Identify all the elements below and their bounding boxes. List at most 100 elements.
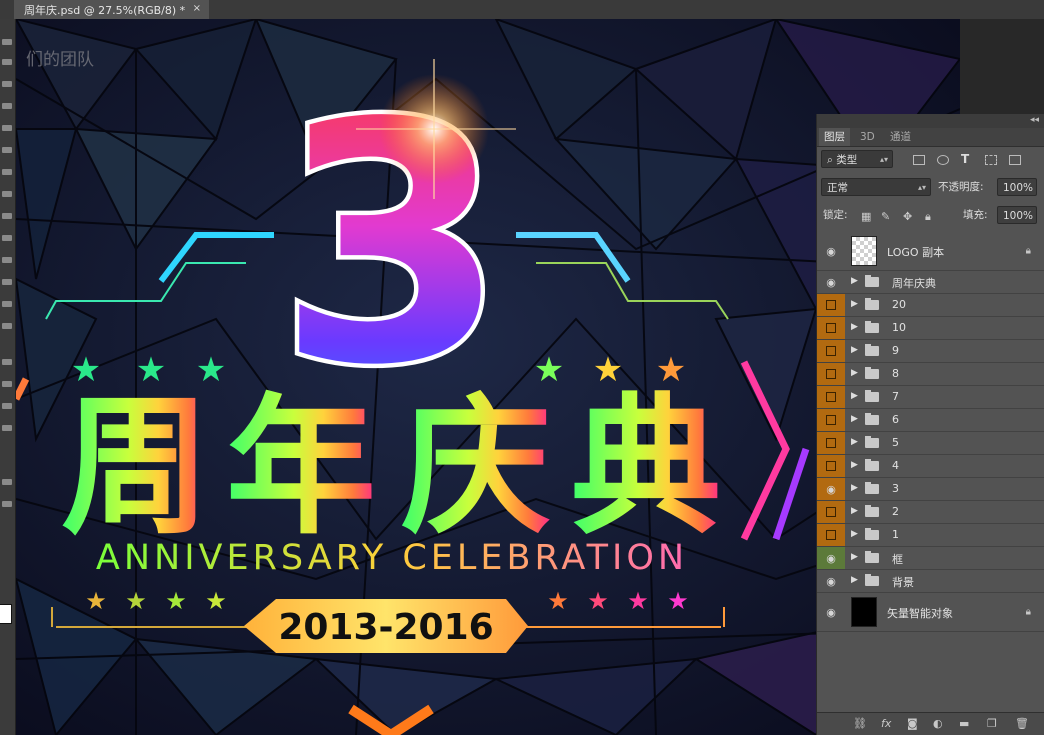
visibility-toggle[interactable] [817,524,845,546]
path-select-tool-icon[interactable] [2,403,12,409]
layer-row[interactable]: ▶ 20 [817,294,1044,317]
disclosure-triangle-icon[interactable]: ▶ [851,299,858,309]
lock-all-icon[interactable]: 🔒︎ [925,210,931,224]
opacity-input[interactable]: 100% [997,178,1037,196]
brush-tool-icon[interactable] [2,191,12,197]
disclosure-triangle-icon[interactable]: ▶ [851,460,858,470]
disclosure-triangle-icon[interactable]: ▶ [851,437,858,447]
collapse-panel-icon[interactable]: ◂◂ [1030,115,1039,125]
quick-select-tool-icon[interactable] [2,103,12,109]
disclosure-triangle-icon[interactable]: ▶ [851,276,858,286]
visibility-toggle[interactable]: ◉ [817,232,845,270]
history-brush-tool-icon[interactable] [2,235,12,241]
disclosure-triangle-icon[interactable]: ▶ [851,391,858,401]
layer-row[interactable]: ▶ 4 [817,455,1044,478]
hand-tool-icon[interactable] [2,479,12,485]
tab-channels[interactable]: 通道 [885,128,916,146]
search-icon: ⌕ [827,154,837,166]
lock-position-icon[interactable]: ✥ [903,210,912,223]
stamp-tool-icon[interactable] [2,213,12,219]
disclosure-triangle-icon[interactable]: ▶ [851,345,858,355]
filter-pixel-icon[interactable] [913,155,925,165]
disclosure-triangle-icon[interactable]: ▶ [851,575,858,585]
blur-tool-icon[interactable] [2,301,12,307]
visibility-toggle[interactable]: ◉ [817,271,845,293]
document-tab[interactable]: 周年庆.psd @ 27.5%(RGB/8) * × [14,0,209,19]
disclosure-triangle-icon[interactable]: ▶ [851,552,858,562]
eraser-tool-icon[interactable] [2,257,12,263]
layer-row[interactable]: ▶ 8 [817,363,1044,386]
disclosure-triangle-icon[interactable]: ▶ [851,506,858,516]
eye-icon: ◉ [826,275,836,289]
layer-row[interactable]: ◉ ▶ 周年庆典 [817,271,1044,294]
disclosure-triangle-icon[interactable]: ▶ [851,414,858,424]
add-mask-icon[interactable]: ◙ [907,717,918,730]
filter-shape-icon[interactable] [985,155,997,165]
fill-input[interactable]: 100% [997,206,1037,224]
layer-row[interactable]: ◉ 矢量智能对象 🔒︎ [817,593,1044,632]
shape-tool-icon[interactable] [2,425,12,431]
layer-style-icon[interactable]: fx [881,717,891,730]
visibility-toggle[interactable] [817,294,845,316]
dodge-tool-icon[interactable] [2,323,12,329]
close-tab-icon[interactable]: × [193,3,201,14]
gradient-tool-icon[interactable] [2,279,12,285]
new-layer-icon[interactable]: ❐ [987,717,997,730]
healing-tool-icon[interactable] [2,169,12,175]
disclosure-triangle-icon[interactable]: ▶ [851,322,858,332]
visibility-toggle[interactable]: ◉ [817,593,845,631]
visibility-toggle[interactable] [817,340,845,362]
disclosure-triangle-icon[interactable]: ▶ [851,368,858,378]
lock-transparency-icon[interactable]: ▦ [861,210,871,223]
disclosure-triangle-icon[interactable]: ▶ [851,529,858,539]
filter-adjustment-icon[interactable] [937,155,949,165]
visibility-toggle[interactable] [817,363,845,385]
svg-text:★: ★ [205,587,227,615]
visibility-toggle[interactable] [817,317,845,339]
folder-icon [865,344,879,356]
move-tool-icon[interactable] [2,39,12,45]
visibility-toggle[interactable] [817,409,845,431]
type-tool-icon[interactable] [2,381,12,387]
visibility-toggle[interactable] [817,501,845,523]
lasso-tool-icon[interactable] [2,81,12,87]
filter-kind-select[interactable]: ⌕ 类型 ▴▾ [821,150,893,168]
layer-row[interactable]: ◉ ▶ 3 [817,478,1044,501]
layer-row[interactable]: ◉ LOGO 副本 🔒︎ [817,232,1044,271]
blend-mode-select[interactable]: 正常 ▴▾ [821,178,931,196]
lock-pixels-icon[interactable]: ✎ [881,210,890,223]
fill-label: 填充: [963,209,988,221]
layer-row[interactable]: ▶ 10 [817,317,1044,340]
foreground-color-swatch[interactable] [0,604,12,624]
crop-tool-icon[interactable] [2,125,12,131]
layer-row[interactable]: ▶ 1 [817,524,1044,547]
adjustment-layer-icon[interactable]: ◐ [933,717,943,730]
layer-row[interactable]: ▶ 2 [817,501,1044,524]
filter-smart-object-icon[interactable] [1009,155,1021,165]
tab-layers[interactable]: 图层 [819,128,850,146]
layer-row[interactable]: ▶ 5 [817,432,1044,455]
pen-tool-icon[interactable] [2,359,12,365]
layer-row[interactable]: ▶ 6 [817,409,1044,432]
visibility-toggle[interactable] [817,455,845,477]
layer-row[interactable]: ◉ ▶ 框 [817,547,1044,570]
opacity-label: 不透明度: [938,181,984,193]
link-layers-icon[interactable]: ⛓ [853,717,867,730]
disclosure-triangle-icon[interactable]: ▶ [851,483,858,493]
marquee-tool-icon[interactable] [2,59,12,65]
tab-3d[interactable]: 3D [855,128,880,146]
layer-row[interactable]: ▶ 7 [817,386,1044,409]
layer-row[interactable]: ▶ 9 [817,340,1044,363]
eyedropper-tool-icon[interactable] [2,147,12,153]
visibility-toggle[interactable] [817,386,845,408]
delete-layer-icon[interactable]: 🗑︎ [1015,717,1029,730]
visibility-toggle[interactable]: ◉ [817,547,845,569]
visibility-toggle[interactable] [817,432,845,454]
filter-type-icon[interactable]: T [961,150,969,168]
visibility-toggle[interactable]: ◉ [817,570,845,592]
zoom-tool-icon[interactable] [2,501,12,507]
visibility-toggle[interactable]: ◉ [817,478,845,500]
lock-label: 锁定: [823,209,848,221]
layer-row[interactable]: ◉ ▶ 背景 [817,570,1044,593]
new-group-icon[interactable]: ▬ [959,717,969,730]
